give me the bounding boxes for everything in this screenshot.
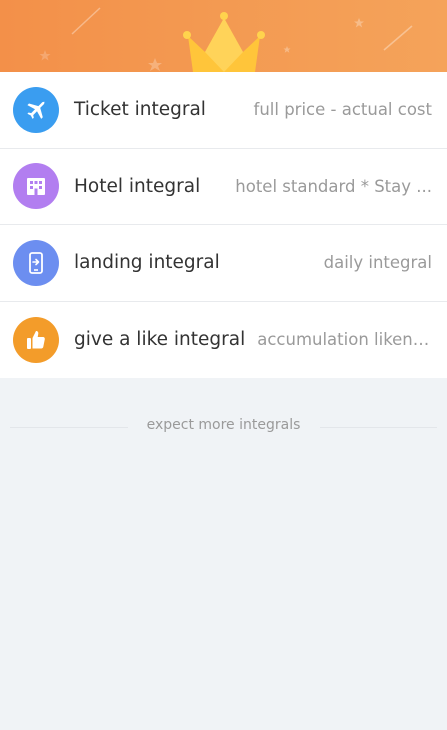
list-item-title: landing integral [74,252,220,274]
building-icon [13,163,59,210]
list-item-like-integral[interactable]: give a like integral accumulation likenu… [0,302,447,379]
header-banner [0,0,447,72]
crown-icon [39,7,413,72]
list-item-description: daily integral [323,253,432,273]
list-item-ticket-integral[interactable]: Ticket integral full price - actual cost [0,72,447,149]
list-item-landing-integral[interactable]: landing integral daily integral [0,225,447,302]
list-item-title: Ticket integral [74,99,206,121]
airplane-icon [13,86,59,133]
list-item-description: accumulation likenum [257,330,432,350]
list-item-description: hotel standard * Stay ... [235,176,432,196]
list-item-hotel-integral[interactable]: Hotel integral hotel standard * Stay ... [0,149,447,225]
list-item-description: full price - actual cost [253,100,432,120]
integral-list: Ticket integral full price - actual cost… [0,72,447,378]
thumbs-up-icon [13,316,59,363]
phone-checkin-icon [13,239,59,286]
footer-text: expect more integrals [146,417,301,433]
list-item-title: Hotel integral [74,175,201,197]
list-item-title: give a like integral [74,329,246,351]
footer: expect more integrals [0,378,447,730]
